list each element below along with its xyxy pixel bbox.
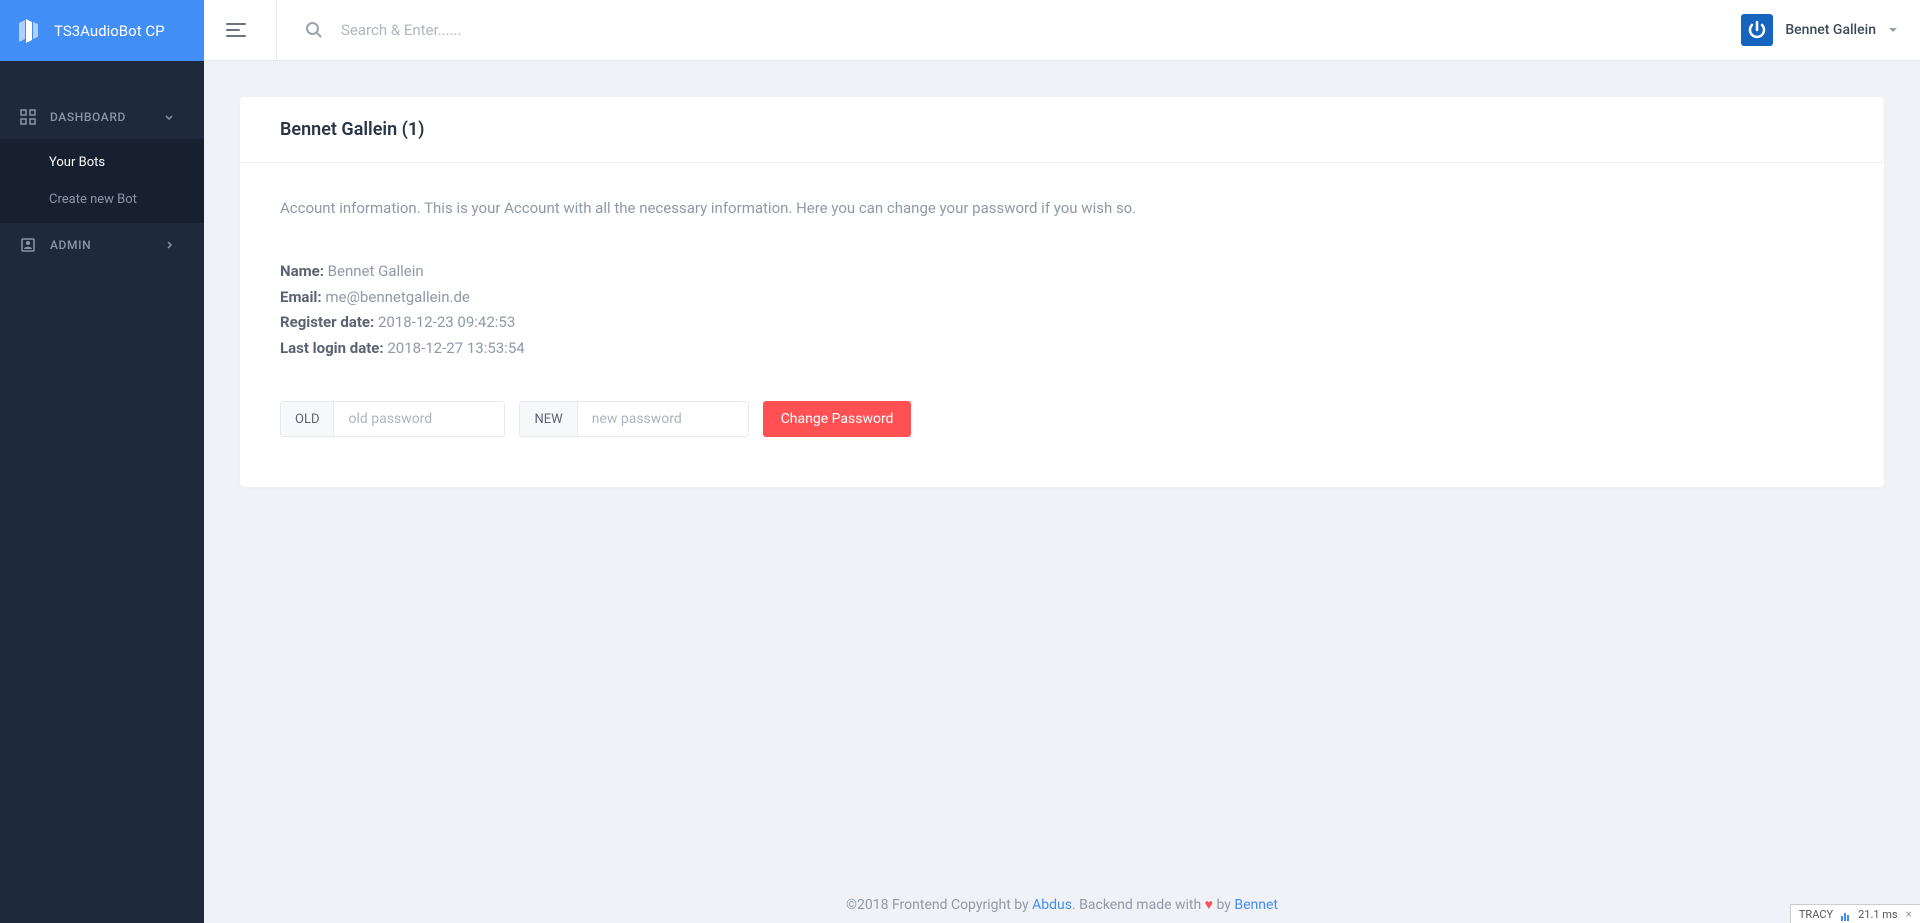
person-icon <box>20 237 36 253</box>
brand[interactable]: TS3AudioBot CP <box>0 0 204 61</box>
sidebar-item-dashboard[interactable]: DASHBOARD <box>0 95 204 139</box>
info-email: Email: me@bennetgallein.de <box>280 285 1844 311</box>
logo-icon <box>18 19 40 43</box>
search-icon <box>305 21 323 39</box>
new-password-input[interactable] <box>578 402 748 436</box>
bars-icon <box>1841 908 1850 921</box>
tracy-time: 21.1 ms <box>1858 908 1898 921</box>
old-password-label: OLD <box>281 402 334 436</box>
sidebar-item-label: ADMIN <box>50 238 91 252</box>
tracy-debug-bar[interactable]: TRACY 21.1 ms × <box>1790 904 1920 923</box>
info-register-date: Register date: 2018-12-23 09:42:53 <box>280 310 1844 336</box>
avatar <box>1741 14 1773 46</box>
sidebar-item-your-bots[interactable]: Your Bots <box>0 144 204 181</box>
search-input[interactable] <box>341 21 641 39</box>
footer: ©2018 Frontend Copyright by Abdus. Backe… <box>204 880 1920 923</box>
heart-icon: ♥ <box>1205 897 1213 913</box>
info-last-login: Last login date: 2018-12-27 13:53:54 <box>280 336 1844 362</box>
page-title: Bennet Gallein (1) <box>280 119 1844 140</box>
brand-title: TS3AudioBot CP <box>54 22 165 40</box>
change-password-button[interactable]: Change Password <box>763 401 912 437</box>
chevron-down-icon <box>1888 25 1898 35</box>
tracy-close-button[interactable]: × <box>1906 907 1912 921</box>
power-icon <box>1747 20 1767 40</box>
old-password-input[interactable] <box>334 402 504 436</box>
sidebar-item-admin[interactable]: ADMIN <box>0 223 204 267</box>
account-intro-text: Account information. This is your Accoun… <box>280 199 1844 217</box>
sidebar-item-label: DASHBOARD <box>50 110 126 124</box>
new-password-label: NEW <box>520 402 577 436</box>
sidebar-item-create-bot[interactable]: Create new Bot <box>0 181 204 218</box>
menu-toggle-button[interactable] <box>226 0 277 61</box>
dashboard-icon <box>20 109 36 125</box>
tracy-label: TRACY <box>1799 908 1833 921</box>
footer-link-bennet[interactable]: Bennet <box>1234 897 1278 913</box>
user-name-label: Bennet Gallein <box>1785 22 1876 38</box>
info-name: Name: Bennet Gallein <box>280 259 1844 285</box>
chevron-right-icon <box>164 240 174 250</box>
chevron-down-icon <box>164 112 174 122</box>
user-menu[interactable]: Bennet Gallein <box>1741 14 1898 46</box>
footer-link-abdus[interactable]: Abdus <box>1032 897 1072 913</box>
